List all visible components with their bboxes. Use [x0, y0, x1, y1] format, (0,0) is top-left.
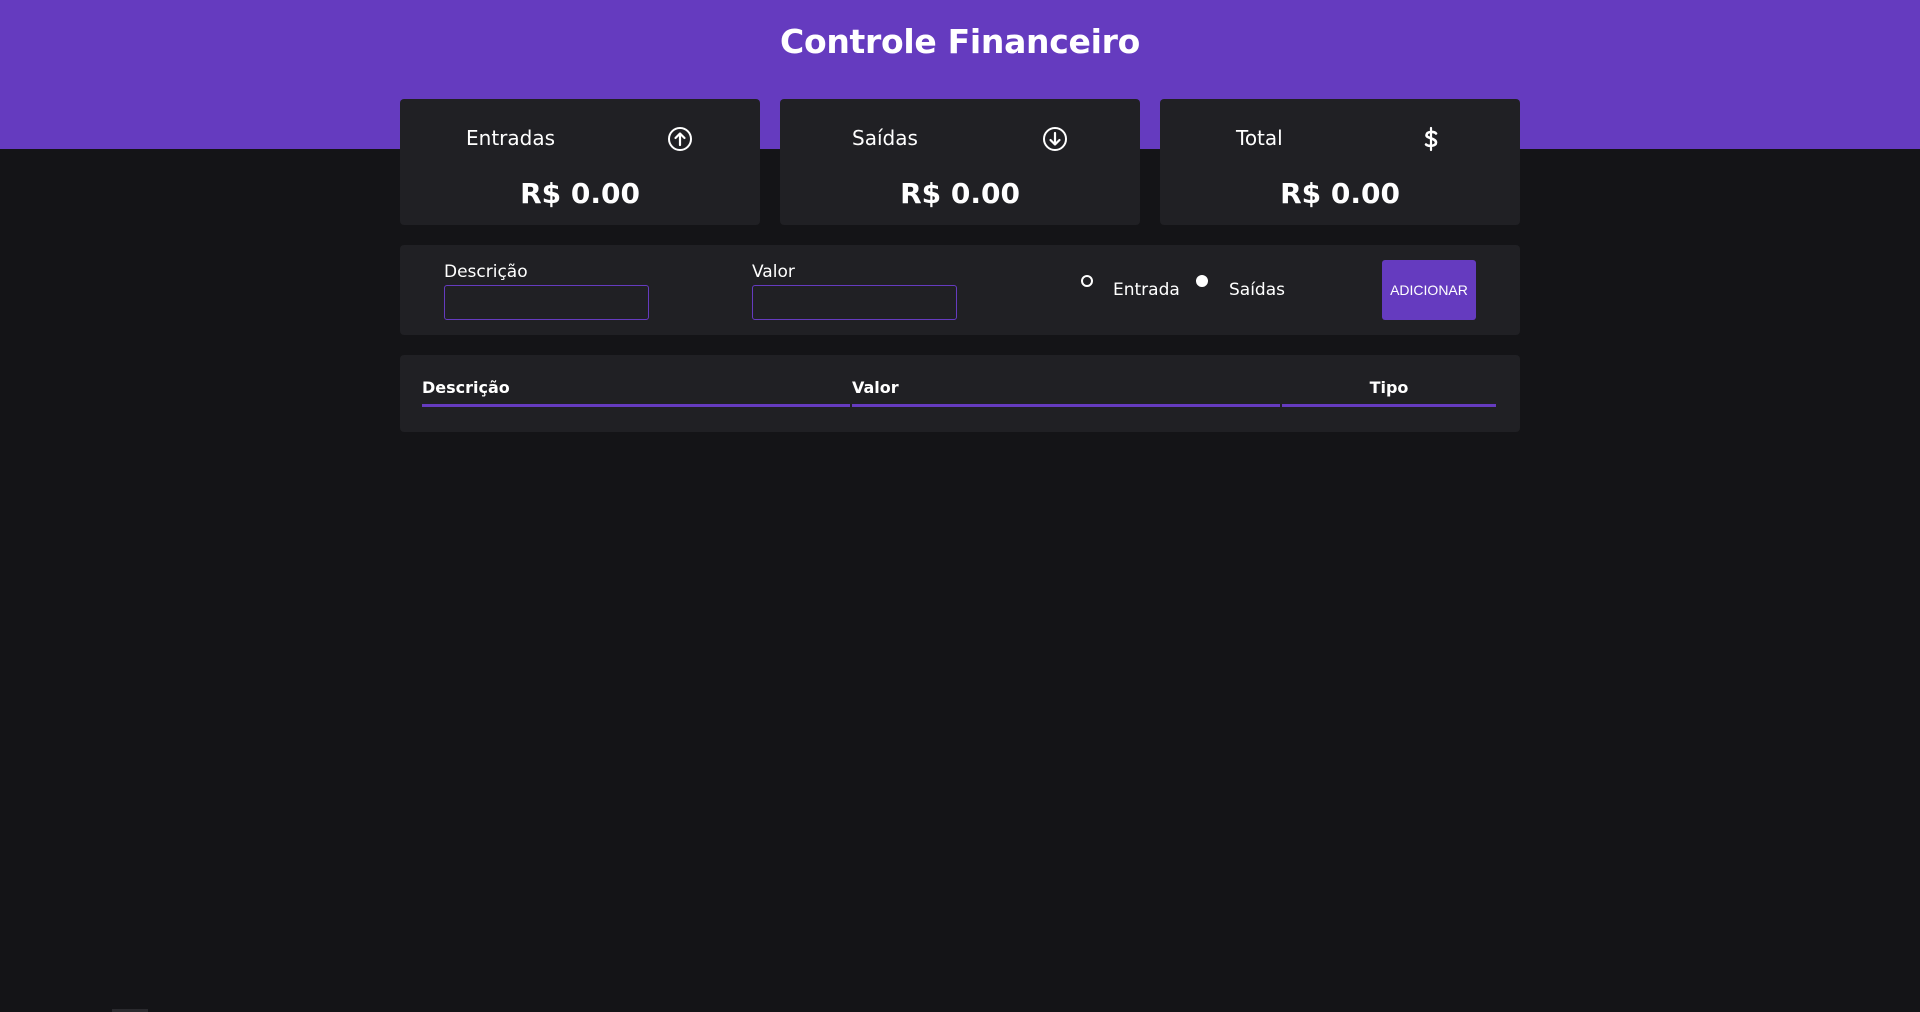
amount-label: Valor: [752, 262, 795, 282]
dollar-sign-icon: [1418, 126, 1444, 152]
summary-card-entradas: Entradas R$ 0.00: [400, 99, 760, 225]
arrow-up-circle-icon: [667, 126, 693, 152]
card-value-total: R$ 0.00: [1280, 177, 1400, 210]
card-label-total: Total: [1236, 126, 1283, 150]
description-label: Descrição: [444, 262, 528, 282]
card-value-saidas: R$ 0.00: [900, 177, 1020, 210]
column-header-amount: Valor: [852, 378, 1280, 407]
add-button[interactable]: ADICIONAR: [1382, 260, 1476, 320]
page-title: Controle Financeiro: [780, 22, 1140, 61]
radio-label-saidas[interactable]: Saídas: [1229, 280, 1285, 300]
description-input[interactable]: [444, 285, 649, 320]
radio-label-entrada[interactable]: Entrada: [1113, 280, 1180, 300]
column-header-description: Descrição: [422, 378, 850, 407]
card-label-saidas: Saídas: [852, 126, 918, 150]
transaction-form: Descrição Valor Entrada Saídas ADICIONAR: [400, 245, 1520, 335]
transactions-table: Descrição Valor Tipo: [400, 355, 1520, 432]
amount-input[interactable]: [752, 285, 957, 320]
arrow-down-circle-icon: [1042, 126, 1068, 152]
column-header-type: Tipo: [1282, 378, 1496, 407]
card-value-entradas: R$ 0.00: [520, 177, 640, 210]
summary-card-saidas: Saídas R$ 0.00: [780, 99, 1140, 225]
radio-entrada[interactable]: [1081, 275, 1093, 287]
radio-saidas[interactable]: [1196, 275, 1208, 287]
summary-card-total: Total R$ 0.00: [1160, 99, 1520, 225]
card-label-entradas: Entradas: [466, 126, 556, 150]
